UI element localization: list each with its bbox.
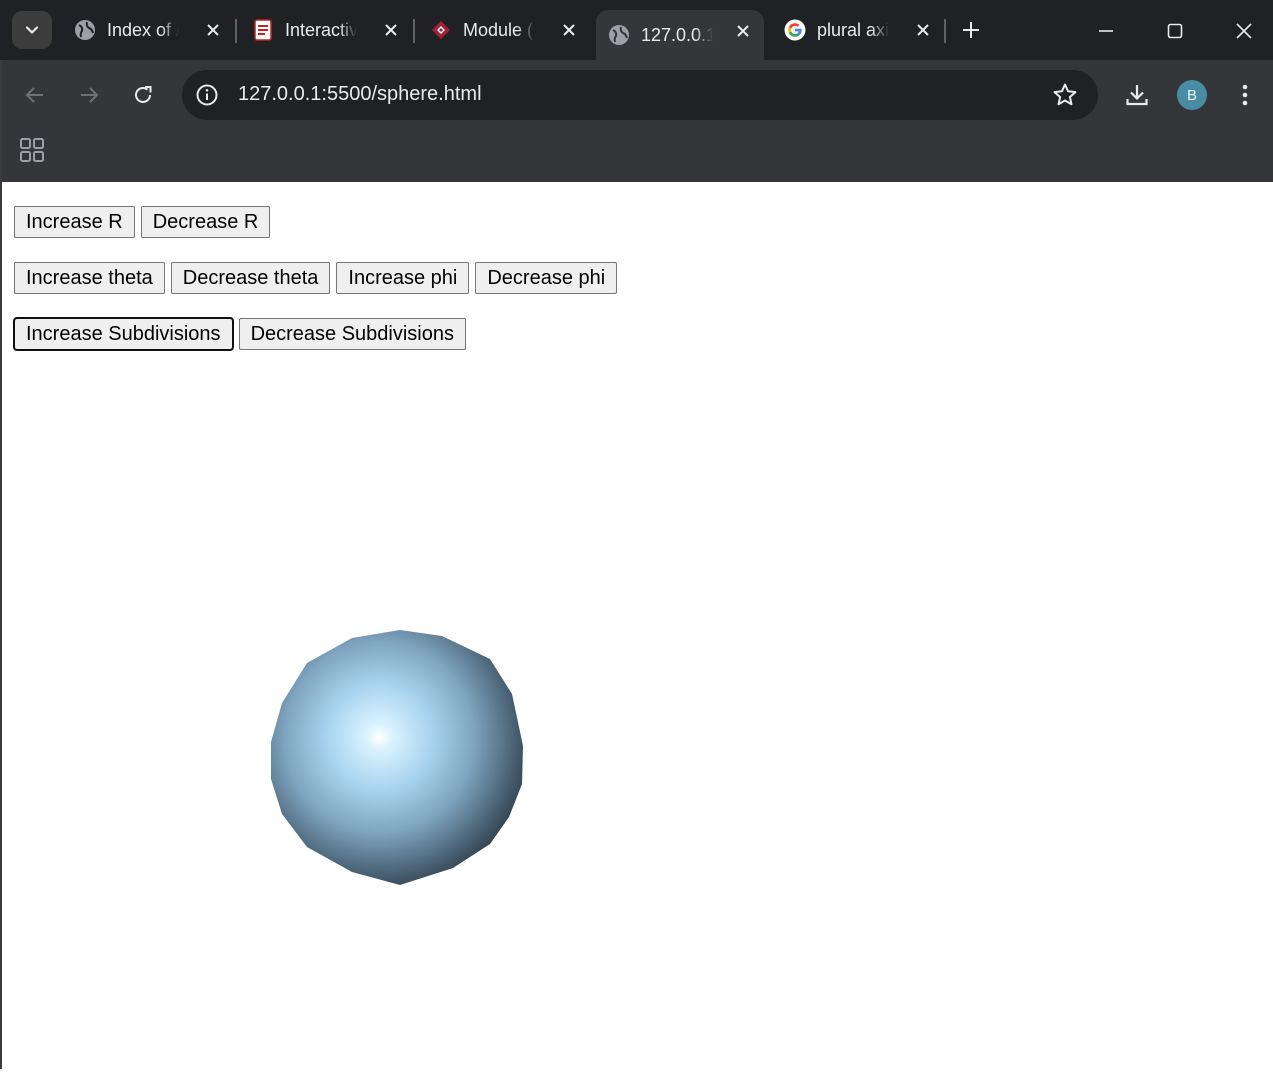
- reload-icon: [135, 86, 152, 103]
- plus-icon: [963, 22, 979, 38]
- profile-avatar[interactable]: B: [1177, 80, 1207, 110]
- tab-sphere-active[interactable]: 127.0.0.1: [596, 10, 764, 60]
- bookmark-star-icon[interactable]: [1052, 82, 1078, 108]
- tab-separator: [944, 19, 946, 43]
- close-icon: [1236, 23, 1252, 39]
- apps-grid-icon[interactable]: [20, 138, 44, 162]
- close-icon[interactable]: [914, 21, 932, 39]
- url-text: 127.0.0.1:5500/sphere.html: [238, 83, 482, 106]
- tab-separator: [413, 19, 415, 43]
- address-bar[interactable]: 127.0.0.1:5500/sphere.html: [182, 70, 1098, 120]
- forward-button[interactable]: [71, 77, 107, 113]
- close-icon[interactable]: [734, 22, 752, 40]
- increase-phi-button[interactable]: Increase phi: [336, 262, 470, 294]
- site-info-icon[interactable]: [192, 80, 222, 110]
- back-button[interactable]: [17, 77, 53, 113]
- tab-title: plural axis: [817, 19, 889, 40]
- decrease-subdivisions-button[interactable]: Decrease Subdivisions: [238, 318, 466, 350]
- kebab-menu-icon: [1242, 84, 1248, 106]
- maximize-button[interactable]: [1152, 12, 1198, 50]
- tab-strip: Index of / Interactive Module (: [0, 0, 1273, 60]
- close-icon[interactable]: [204, 21, 222, 39]
- tab-interactive[interactable]: Interactive: [240, 10, 412, 50]
- minimize-button[interactable]: [1083, 12, 1129, 50]
- minimize-icon: [1099, 30, 1113, 32]
- close-icon[interactable]: [560, 21, 578, 39]
- url-path: :5500/sphere.html: [321, 83, 482, 105]
- tab-google-search[interactable]: plural axis: [772, 10, 944, 50]
- download-icon: [1126, 85, 1148, 106]
- document-icon: [252, 19, 274, 41]
- close-window-button[interactable]: [1221, 12, 1267, 50]
- arrow-right-icon: [81, 87, 99, 103]
- globe-icon: [74, 19, 96, 41]
- increase-r-button[interactable]: Increase R: [14, 206, 135, 238]
- decrease-phi-button[interactable]: Decrease phi: [475, 262, 618, 294]
- maximize-icon: [1167, 23, 1183, 39]
- url-host: 127.0.0.1: [238, 83, 322, 105]
- sphere-render: [271, 630, 523, 885]
- page-content: Increase R Decrease R Increase theta Dec…: [2, 182, 1273, 1069]
- tab-module[interactable]: Module (: [418, 10, 590, 50]
- angle-controls: Increase theta Decrease theta Increase p…: [14, 262, 618, 294]
- tab-title: Interactive: [285, 19, 357, 40]
- new-tab-button[interactable]: [958, 17, 984, 43]
- bookmarks-bar: [2, 130, 1273, 182]
- decrease-r-button[interactable]: Decrease R: [140, 206, 271, 238]
- globe-icon: [608, 24, 630, 46]
- tab-separator: [235, 19, 237, 43]
- tab-search-button[interactable]: [12, 11, 52, 49]
- decrease-theta-button[interactable]: Decrease theta: [170, 262, 331, 294]
- arrow-left-icon: [25, 87, 43, 103]
- module-logo-icon: [430, 19, 452, 41]
- tab-title: Index of /: [107, 19, 179, 40]
- browser-chrome: Index of / Interactive Module (: [0, 0, 1273, 182]
- reload-button[interactable]: [125, 77, 161, 113]
- radius-controls: Increase R Decrease R: [14, 206, 271, 238]
- sphere: [271, 630, 523, 885]
- increase-theta-button[interactable]: Increase theta: [14, 262, 165, 294]
- close-icon[interactable]: [382, 21, 400, 39]
- subdivision-controls: Increase Subdivisions Decrease Subdivisi…: [13, 317, 466, 351]
- increase-subdivisions-button[interactable]: Increase Subdivisions: [13, 317, 234, 351]
- tab-title: 127.0.0.1: [641, 24, 713, 45]
- menu-button[interactable]: [1227, 77, 1263, 113]
- google-icon: [784, 19, 806, 41]
- downloads-button[interactable]: [1119, 77, 1155, 113]
- webgl-canvas[interactable]: [2, 376, 1273, 1069]
- toolbar: 127.0.0.1:5500/sphere.html B: [2, 60, 1273, 130]
- tab-title: Module (: [463, 19, 534, 40]
- chevron-down-icon: [25, 26, 39, 34]
- tab-index[interactable]: Index of /: [62, 10, 234, 50]
